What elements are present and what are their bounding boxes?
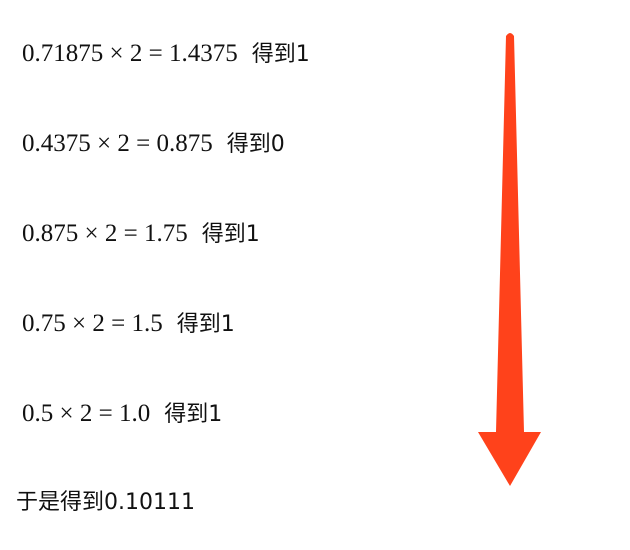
arrow-shape	[478, 33, 541, 486]
arrow-down-icon	[478, 33, 541, 486]
